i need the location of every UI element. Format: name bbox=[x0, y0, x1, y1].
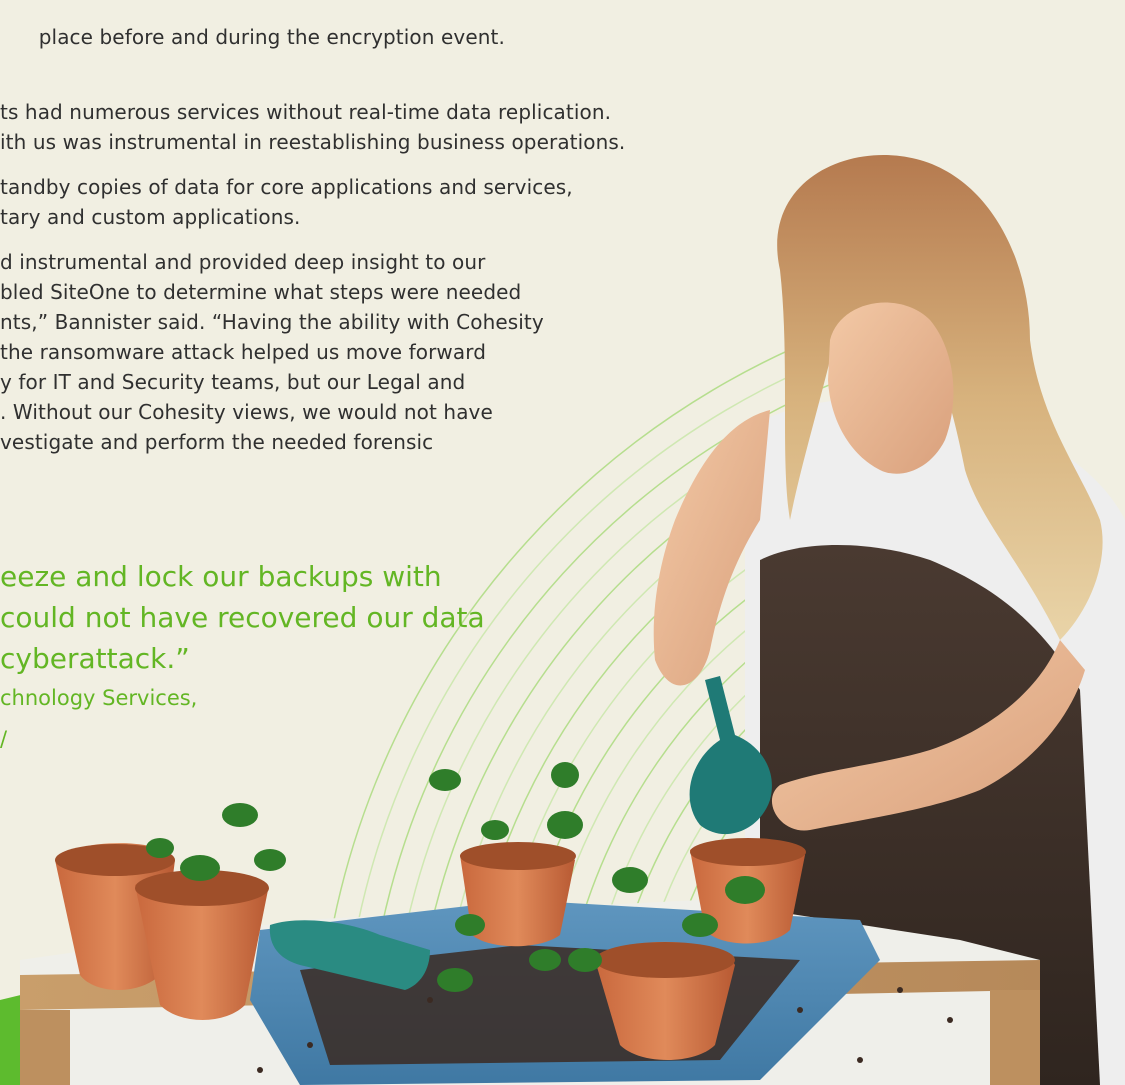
table-leg-left bbox=[20, 1010, 70, 1085]
table-leg-right bbox=[990, 990, 1040, 1085]
gardener-photo bbox=[0, 154, 1125, 1085]
case-study-page: place before and during the encryption e… bbox=[0, 0, 1125, 1085]
